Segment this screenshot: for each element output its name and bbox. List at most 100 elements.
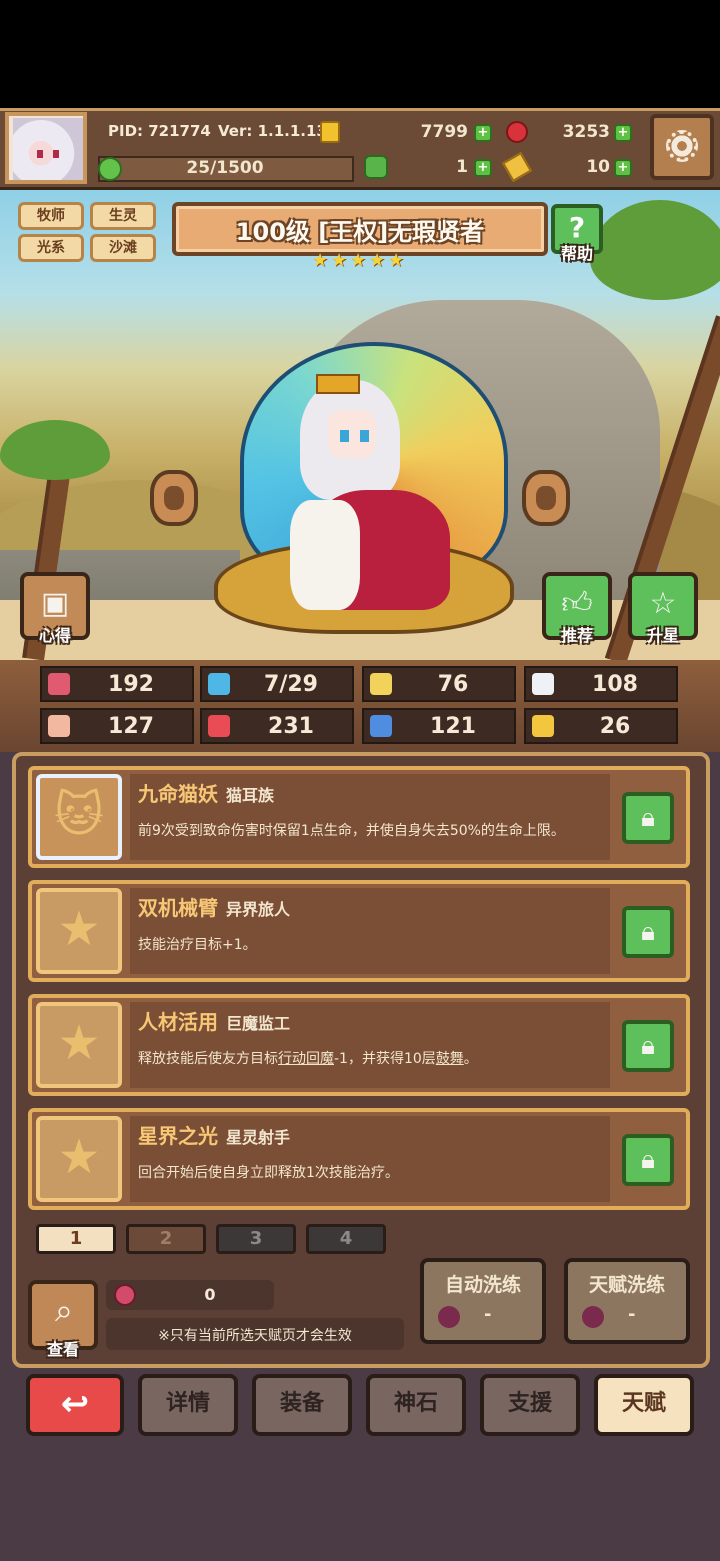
talent-icon: ★: [36, 888, 122, 974]
talent-wash-button[interactable]: 天赋洗练 -: [564, 1258, 690, 1344]
race-tag[interactable]: 生灵: [90, 202, 156, 230]
stamina-value: 25/1500: [186, 158, 264, 178]
nav-details-tab[interactable]: 详情: [138, 1374, 238, 1436]
player-avatar[interactable]: [5, 112, 87, 184]
lock-icon: 🔒︎: [641, 917, 655, 947]
lock-icon: 🔒︎: [641, 1031, 655, 1061]
hero-eye: [340, 430, 349, 442]
fruit-icon: [438, 1306, 460, 1328]
stat-box: 108: [524, 666, 678, 702]
thumbs-up-icon: 👍︎: [561, 586, 593, 621]
red-gem-icon: [506, 121, 528, 143]
star-icon: ★: [388, 250, 405, 271]
nav-talent-tab[interactable]: 天赋: [594, 1374, 694, 1436]
star-icon: ★: [57, 1015, 101, 1071]
nav-godstone-tab[interactable]: 神石: [366, 1374, 466, 1436]
avatar-eye-icon: [37, 150, 43, 158]
stat-box: 121: [362, 708, 516, 744]
avatar-eye-icon: [53, 150, 59, 158]
hero-legs: [290, 500, 360, 610]
lock-icon: 🔒︎: [641, 803, 655, 833]
horseshoe-icon: [532, 715, 554, 737]
lock-button[interactable]: 🔒︎: [622, 1020, 674, 1072]
talent-title: 九命猫妖: [138, 782, 218, 806]
talent-page-tab[interactable]: 4: [306, 1224, 386, 1254]
talent-source: 星灵射手: [226, 1128, 291, 1147]
keyword-link[interactable]: 行动回魔: [278, 1051, 334, 1067]
talent-wash-cost: -: [628, 1304, 636, 1325]
talent-page-tab[interactable]: 1: [36, 1224, 116, 1254]
talent-description: 前9次受到致命伤害时保留1点生命，并使自身失去50%的生命上限。: [138, 823, 565, 839]
talent-icon: ★: [36, 1002, 122, 1088]
talent-source: 猫耳族: [226, 786, 275, 805]
stat-box: 26: [524, 708, 678, 744]
auto-wash-button[interactable]: 自动洗练 -: [420, 1258, 546, 1344]
element-tag[interactable]: 光系: [18, 234, 84, 262]
stat-value: 127: [108, 714, 154, 739]
talent-page-tab[interactable]: 2: [126, 1224, 206, 1254]
talent-description: 释放技能后使友方目标行动回魔-1，并获得10层鼓舞。: [138, 1048, 608, 1068]
talent-description: 回合开始后使自身立即释放1次技能治疗。: [138, 1165, 399, 1181]
talent-card[interactable]: ★ 星界之光 星灵射手 回合开始后使自身立即释放1次技能治疗。 🔒︎: [28, 1108, 690, 1210]
recommend-label: 推荐: [560, 626, 593, 645]
desc-text: 。: [463, 1051, 478, 1067]
next-hero-button[interactable]: [522, 470, 570, 526]
back-arrow-icon: ↩: [60, 1384, 90, 1424]
add-clover-icon[interactable]: +: [474, 159, 492, 177]
stat-value: 231: [268, 714, 314, 739]
talent-wash-label: 天赋洗练: [588, 1274, 665, 1296]
lock-button[interactable]: 🔒︎: [622, 1134, 674, 1186]
cat-icon: 🐱︎: [53, 787, 105, 843]
skin-tag[interactable]: 沙滩: [90, 234, 156, 262]
add-key-icon[interactable]: +: [614, 159, 632, 177]
stat-box: 127: [40, 708, 194, 744]
gear-icon: [666, 130, 698, 162]
keyword-link[interactable]: 鼓舞: [436, 1051, 464, 1067]
talent-card[interactable]: 🐱︎ 九命猫妖 猫耳族 前9次受到致命伤害时保留1点生命，并使自身失去50%的生命…: [28, 766, 690, 868]
pot-icon: ▣: [40, 586, 70, 621]
talent-page-tab[interactable]: 3: [216, 1224, 296, 1254]
gold-coin-icon: [320, 121, 340, 143]
wing-icon: [532, 673, 554, 695]
stamina-icon: [98, 157, 122, 181]
fist-icon: [48, 715, 70, 737]
talent-card[interactable]: ★ 双机械臂 异界旅人 技能治疗目标+1。 🔒︎: [28, 880, 690, 982]
gem-amount: 3253: [562, 122, 610, 142]
talent-text: 九命猫妖 猫耳族 前9次受到致命伤害时保留1点生命，并使自身失去50%的生命上限。: [130, 774, 610, 860]
player-id: PID: 721774: [108, 122, 211, 140]
nav-support-tab[interactable]: 支援: [480, 1374, 580, 1436]
talent-title: 星界之光: [138, 1124, 218, 1148]
status-area: [0, 0, 720, 108]
help-label: 帮助: [560, 244, 593, 263]
talent-card[interactable]: ★ 人材活用 巨魔监工 释放技能后使友方目标行动回魔-1，并获得10层鼓舞。 🔒︎: [28, 994, 690, 1096]
talent-text: 星界之光 星灵射手 回合开始后使自身立即释放1次技能治疗。: [130, 1116, 610, 1202]
back-button[interactable]: ↩: [26, 1374, 124, 1436]
talent-name: 人材活用 巨魔监工: [138, 1006, 290, 1035]
hero-eye: [360, 430, 369, 442]
shield-icon: [370, 673, 392, 695]
key-amount: 10: [586, 157, 610, 177]
water-drop-icon: [208, 673, 230, 695]
desc-text: -1，并获得10层: [334, 1051, 436, 1067]
stat-value: 7/29: [264, 672, 318, 697]
talent-text: 人材活用 巨魔监工 释放技能后使友方目标行动回魔-1，并获得10层鼓舞。: [130, 1002, 610, 1088]
hero-character[interactable]: [290, 374, 450, 620]
star-up-label: 升星: [646, 626, 679, 645]
talent-source: 巨魔监工: [226, 1014, 291, 1033]
talent-source: 异界旅人: [226, 900, 291, 919]
add-gem-icon[interactable]: +: [614, 124, 632, 142]
class-tag[interactable]: 牧师: [18, 202, 84, 230]
clover-icon: [364, 155, 388, 179]
lock-button[interactable]: 🔒︎: [622, 792, 674, 844]
prev-hero-button[interactable]: [150, 470, 198, 526]
gold-amount: 7799: [420, 122, 468, 142]
lock-button[interactable]: 🔒︎: [622, 906, 674, 958]
star-icon: ★: [57, 901, 101, 957]
magnifier-icon: ⌕: [55, 1291, 73, 1329]
stat-box: 192: [40, 666, 194, 702]
add-gold-icon[interactable]: +: [474, 124, 492, 142]
fruit-icon: [582, 1306, 604, 1328]
settings-button[interactable]: [650, 114, 714, 180]
star-icon: ☆: [649, 586, 677, 621]
nav-equipment-tab[interactable]: 装备: [252, 1374, 352, 1436]
